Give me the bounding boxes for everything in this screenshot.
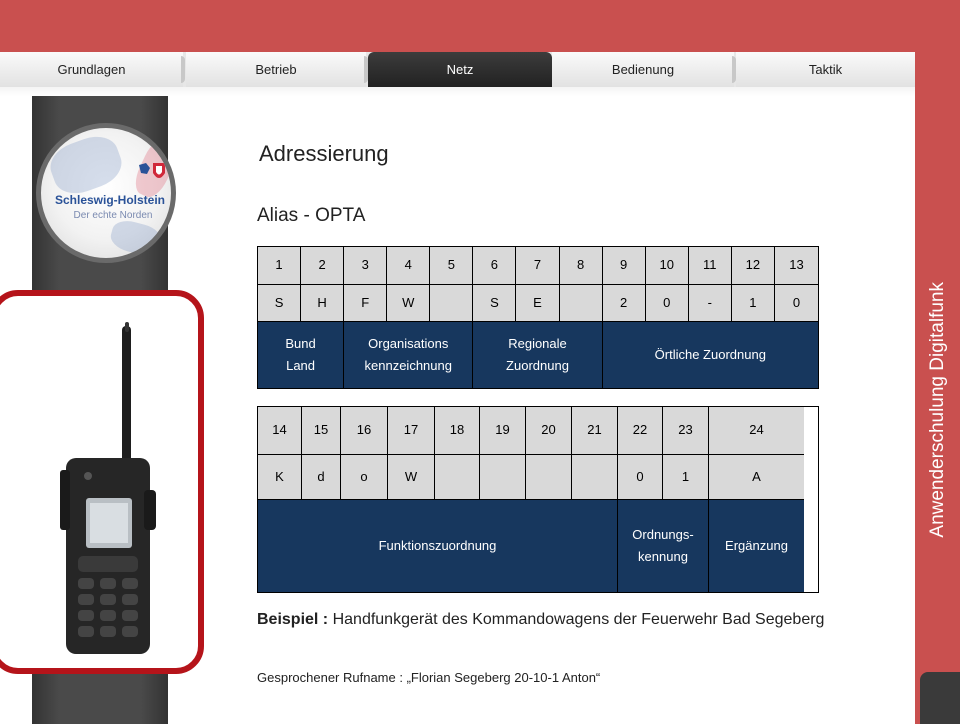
character-cell (430, 285, 474, 322)
character-cell: o (341, 455, 388, 500)
group-local: Örtliche Zuordnung (602, 322, 818, 388)
position-number-cell: 9 (602, 247, 646, 285)
tab-divider (181, 56, 185, 83)
section-subtitle: Alias - OPTA (257, 205, 366, 226)
position-number-cell: 6 (473, 247, 517, 285)
character-cell (435, 455, 480, 500)
tab-taktik[interactable]: Taktik (736, 52, 915, 87)
position-number-cell: 16 (341, 407, 388, 455)
character-cell (572, 455, 618, 500)
position-number-cell: 3 (344, 247, 388, 285)
example-label: Beispiel : (257, 611, 329, 628)
position-number-cell: 11 (688, 247, 732, 285)
position-number-cell: 8 (559, 247, 603, 285)
position-number-cell: 5 (430, 247, 474, 285)
position-number-cell: 24 (709, 407, 804, 455)
character-cell: A (709, 455, 804, 500)
tab-netz[interactable]: Netz (368, 52, 552, 87)
character-cell (480, 455, 526, 500)
character-cell (526, 455, 572, 500)
character-cell: 0 (618, 455, 663, 500)
group-regional: Regionale Zuordnung (473, 322, 603, 388)
character-cell: W (388, 455, 435, 500)
tab-label: Taktik (808, 62, 843, 77)
character-cell: 0 (645, 285, 689, 322)
opta-table-positions-1-13: 1 2 3 4 5 6 7 8 9 10 11 12 13 S H F W S … (257, 246, 819, 389)
page-title: Adressierung (259, 141, 389, 166)
example-description: Handfunkgerät des Kommandowagens der Feu… (328, 611, 825, 628)
spoken-callsign: Gesprochener Rufname : „Florian Segeberg… (257, 670, 601, 685)
logo-tagline: Der echte Norden (73, 210, 153, 221)
position-number-cell: 15 (302, 407, 341, 455)
group-organisation: Organisations kennzeichnung (344, 322, 474, 388)
position-number-cell: 12 (731, 247, 775, 285)
tab-grundlagen[interactable]: Grundlagen (0, 52, 185, 87)
position-number-cell: 23 (663, 407, 709, 455)
position-number-cell: 21 (572, 407, 618, 455)
group-order-id: Ordnungs- kennung (618, 500, 709, 592)
tab-label: Netz (446, 62, 474, 77)
position-number-cell: 7 (516, 247, 560, 285)
character-cell: E (516, 285, 560, 322)
tab-bedienung[interactable]: Bedienung (552, 52, 736, 87)
tab-label: Grundlagen (57, 62, 126, 77)
coat-of-arms-icon (139, 163, 165, 178)
character-cell: S (473, 285, 517, 322)
character-cell: d (302, 455, 341, 500)
vertical-course-title: Anwenderschulung Digitalfunk (916, 96, 960, 724)
position-number-cell: 4 (387, 247, 431, 285)
tab-bar-shadow (0, 87, 915, 96)
position-number-cell: 18 (435, 407, 480, 455)
logo-title: Schleswig-Holstein (54, 193, 166, 207)
character-cell: K (258, 455, 302, 500)
character-cell: 0 (774, 285, 818, 322)
group-function: Funktionszuordnung (258, 500, 618, 592)
state-logo: Schleswig-Holstein Der echte Norden (36, 123, 176, 263)
character-cell: - (688, 285, 732, 322)
character-cell: W (387, 285, 431, 322)
position-number-cell: 14 (258, 407, 302, 455)
position-number-cell: 1 (258, 247, 302, 285)
course-title-text: Anwenderschulung Digitalfunk (927, 282, 948, 538)
position-number-cell: 2 (301, 247, 345, 285)
position-number-cell: 20 (526, 407, 572, 455)
position-number-cell: 17 (388, 407, 435, 455)
character-cell (559, 285, 603, 322)
character-cell: 1 (663, 455, 709, 500)
corner-decoration (920, 672, 960, 724)
tab-betrieb[interactable]: Betrieb (186, 52, 368, 87)
position-number-cell: 13 (774, 247, 818, 285)
handheld-radio-image (60, 322, 156, 654)
character-cell: 1 (731, 285, 775, 322)
group-supplement: Ergänzung (709, 500, 804, 592)
position-number-cell: 10 (645, 247, 689, 285)
tab-label: Betrieb (255, 62, 297, 77)
character-cell: 2 (602, 285, 646, 322)
opta-table-positions-14-24: 14 15 16 17 18 19 20 21 22 23 24 K d o W… (257, 406, 819, 593)
character-cell: S (258, 285, 302, 322)
character-cell: F (344, 285, 388, 322)
position-number-cell: 22 (618, 407, 663, 455)
character-cell: H (301, 285, 345, 322)
group-bund-land: Bund Land (258, 322, 345, 388)
tab-label: Bedienung (611, 62, 675, 77)
position-number-cell: 19 (480, 407, 526, 455)
tab-bar: Grundlagen Betrieb Netz Bedienung Taktik (0, 52, 915, 87)
example-text: Beispiel : Handfunkgerät des Kommandowag… (257, 610, 907, 631)
